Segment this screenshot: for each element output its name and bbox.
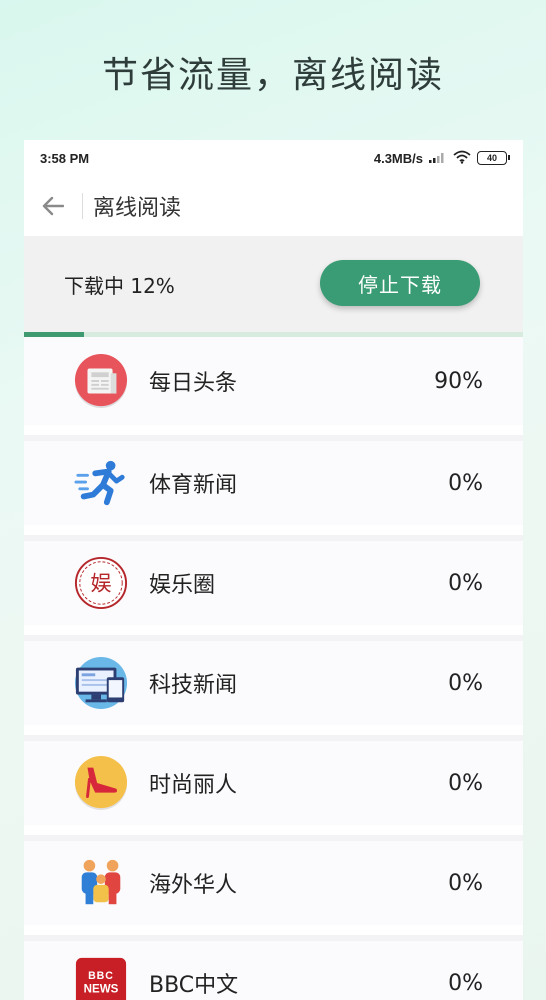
channel-percent: 0% [448,670,483,696]
signal-icon [429,151,447,166]
channel-name: 娱乐圈 [149,573,216,598]
battery-icon: 40 [477,151,510,165]
download-panel: 下载中 12% 停止下载 [24,236,523,332]
channel-name: BBC中文 [149,973,239,998]
bbc-news-icon: BBC NEWS [74,956,128,1000]
bbc-top-text: BBC [88,970,114,982]
list-item[interactable]: 时尚丽人 0% [24,735,523,825]
status-time: 3:58 PM [40,150,90,166]
family-icon [74,856,128,910]
status-right: 4.3MB/s 40 [373,150,510,167]
channel-percent: 0% [448,770,483,796]
network-speed: 4.3MB/s [373,150,423,166]
channel-name: 每日头条 [149,371,238,396]
back-button[interactable] [24,176,82,236]
high-heel-icon [74,756,128,810]
list-item[interactable]: 海外华人 0% [24,835,523,925]
list-item[interactable]: 体育新闻 0% [24,435,523,525]
channel-percent: 90% [434,368,483,394]
app-bar: 离线阅读 [24,176,523,236]
channel-percent: 0% [448,970,483,996]
bbc-bottom-text: NEWS [84,984,119,996]
channel-name: 科技新闻 [149,673,238,698]
list-item[interactable]: BBC NEWS BBC中文 0% [24,935,523,1000]
channel-name: 海外华人 [149,873,238,898]
channel-percent: 0% [448,470,483,496]
computer-icon [74,656,128,710]
list-item[interactable]: 科技新闻 0% [24,635,523,725]
list-item[interactable]: 娱 娱乐圈 0% [24,535,523,625]
wifi-icon [453,150,471,167]
channel-name: 时尚丽人 [149,773,238,798]
seal-text: 娱 [90,572,111,597]
status-bar: 3:58 PM 4.3MB/s 40 [24,140,523,176]
channel-list: 每日头条 90% 体育新闻 0% 娱 娱乐圈 0% 科技新闻 0% 时尚丽人 0… [24,337,523,1000]
channel-name: 体育新闻 [149,473,238,498]
newspaper-icon [74,354,128,408]
phone-screen: 3:58 PM 4.3MB/s 40 离线阅读 下载中 12% 停止下载 每日头… [24,140,523,1000]
promo-headline: 节省流量，离线阅读 [101,55,444,96]
appbar-divider [82,193,83,219]
runner-icon [74,456,128,510]
entertainment-seal-icon: 娱 [74,556,128,610]
list-item[interactable]: 每日头条 90% [24,337,523,425]
page-title: 离线阅读 [93,196,182,221]
download-status: 下载中 12% [64,274,175,298]
back-arrow-icon [42,196,64,216]
channel-percent: 0% [448,570,483,596]
channel-percent: 0% [448,870,483,896]
stop-download-button[interactable]: 停止下载 [320,260,480,306]
